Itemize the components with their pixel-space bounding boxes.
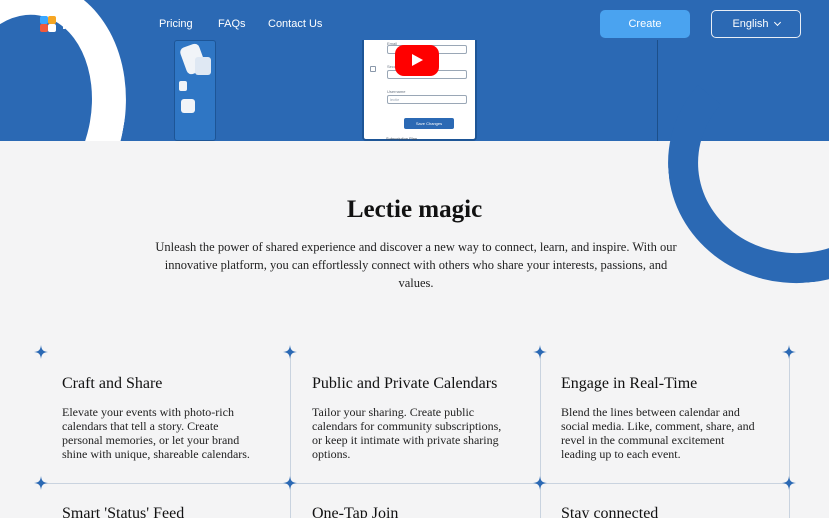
description-line: Unleash the power of shared experience a… [155, 240, 677, 254]
logo-text: lectie [62, 15, 100, 33]
chevron-down-icon [773, 18, 781, 27]
grid-divider [40, 483, 790, 484]
language-label: English [732, 18, 769, 30]
feature-description: Tailor your sharing. Create public calend… [312, 405, 502, 461]
logo[interactable]: lectie [38, 14, 99, 34]
logo-mark-icon [38, 14, 58, 34]
feature-title: One-Tap Join [312, 505, 399, 518]
sparkle-icon [533, 345, 547, 359]
feature-description: Blend the lines between calendar and soci… [561, 405, 755, 461]
logout-icon [370, 66, 376, 72]
feature-title: Public and Private Calendars [312, 375, 498, 392]
feature-title: Engage in Real-Time [561, 375, 698, 392]
sparkle-icon [34, 476, 48, 490]
nav-link-contact[interactable]: Contact Us [268, 18, 322, 30]
username-field: lectie [387, 95, 467, 104]
feature-description: Elevate your events with photo-rich calen… [62, 405, 250, 461]
grid-divider [290, 352, 291, 518]
mug-illustration [195, 57, 211, 75]
navbar: lectie Pricing FAQs Contact Us Create En… [0, 0, 829, 48]
section-title: Lectie magic [346, 196, 483, 223]
section-description: Unleash the power of shared experience a… [150, 238, 682, 292]
illustration-shape [179, 81, 187, 91]
sparkle-icon [782, 476, 796, 490]
nav-link-faqs[interactable]: FAQs [218, 18, 246, 30]
feature-title: Craft and Share [62, 375, 163, 392]
feature-title: Smart 'Status' Feed [62, 505, 185, 518]
youtube-play-button[interactable] [395, 45, 439, 76]
language-select[interactable]: English [711, 10, 801, 38]
feature-title: Stay connected [561, 505, 659, 518]
subscription-label: Subscription Plan [386, 136, 418, 141]
video-embed[interactable]: Email Second Username lectie Save Change… [172, 40, 658, 141]
create-button[interactable]: Create [600, 10, 690, 38]
sparkle-icon [533, 476, 547, 490]
sparkle-icon [782, 345, 796, 359]
sparkle-icon [34, 345, 48, 359]
nav-link-pricing[interactable]: Pricing [159, 18, 193, 30]
sparkle-icon [283, 345, 297, 359]
grid-divider [789, 352, 790, 518]
sparkle-icon [283, 476, 297, 490]
description-line: values. [398, 276, 434, 290]
username-label: Username [387, 89, 406, 94]
grid-divider [540, 352, 541, 518]
save-changes-button: Save Changes [404, 118, 454, 129]
phone-mockup-left [174, 40, 216, 141]
illustration-shape [181, 99, 195, 113]
description-line: innovative platform, you can effortlessl… [164, 258, 668, 272]
play-icon [412, 54, 423, 66]
